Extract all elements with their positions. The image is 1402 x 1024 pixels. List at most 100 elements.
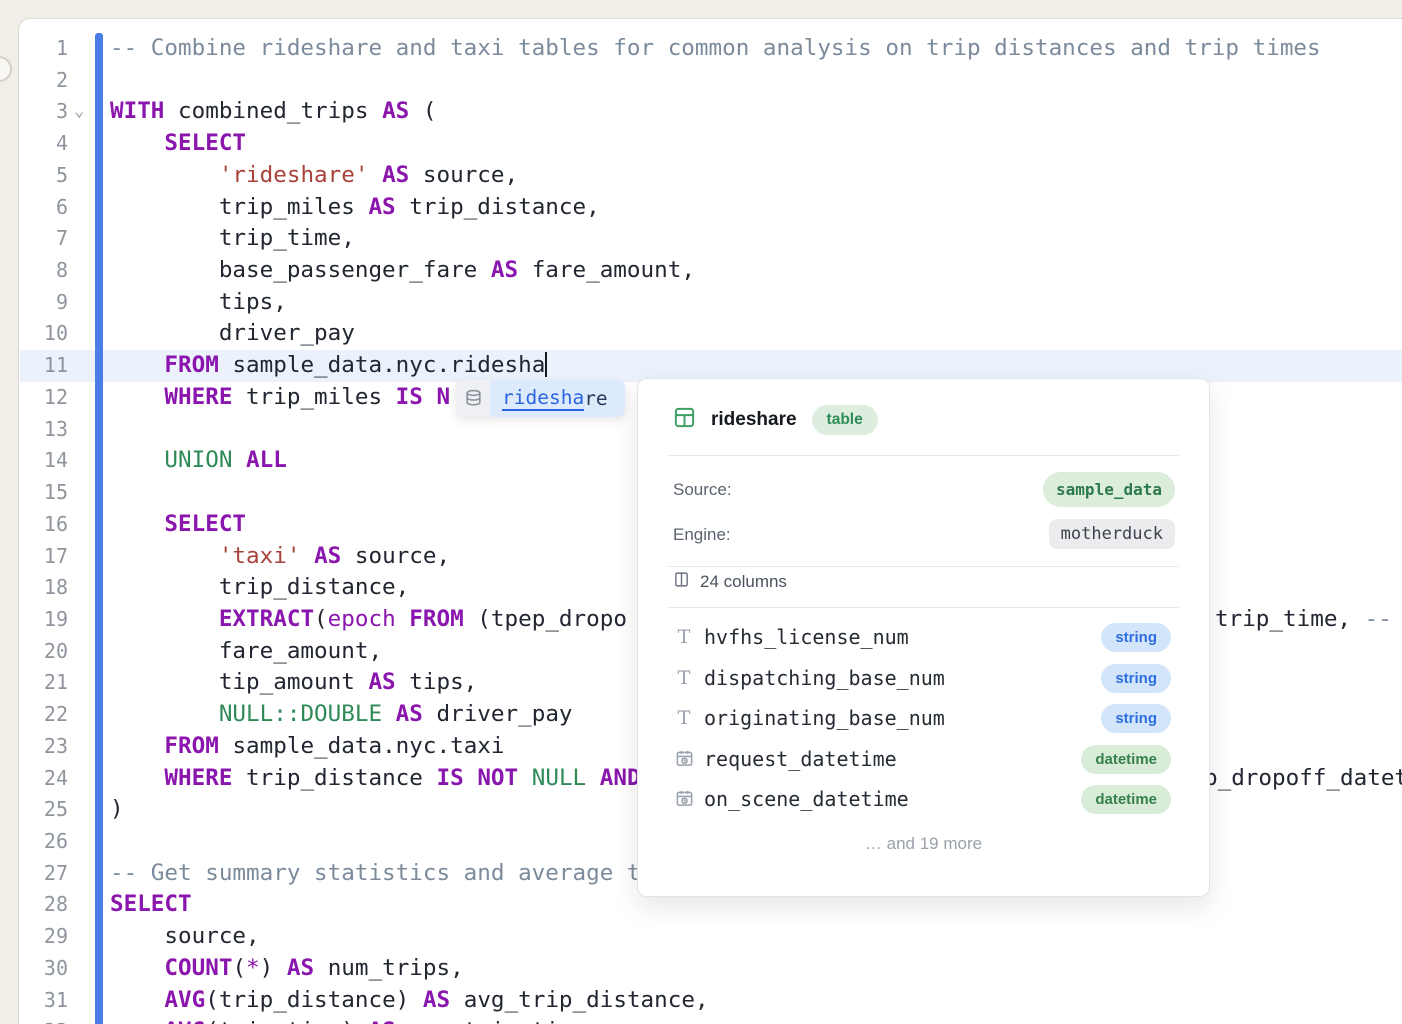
code-token: trip_distance, [110, 574, 409, 600]
code-token: (tpep_dropo [464, 606, 627, 632]
text-icon: T [674, 707, 694, 729]
line-number[interactable]: 16 [20, 509, 68, 541]
line-number[interactable]: 5 [20, 160, 68, 192]
line-number[interactable]: 32 [20, 1016, 68, 1024]
line-number[interactable]: 12 [20, 382, 68, 414]
line-number[interactable]: 8 [20, 255, 68, 287]
chevron-down-icon[interactable]: ⌄ [74, 96, 94, 128]
code-line-6[interactable]: 6 trip_miles AS trip_distance, [0, 192, 1402, 224]
app-window: 1-- Combine rideshare and taxi tables fo… [0, 0, 1402, 1024]
code-line-7[interactable]: 7 trip_time, [0, 223, 1402, 255]
code-token: AS [368, 669, 395, 695]
code-token: tips, [396, 669, 478, 695]
code-line-2[interactable]: 2 [0, 65, 1402, 97]
code-token: WHERE [164, 384, 232, 410]
code-line-31[interactable]: 31 AVG(trip_distance) AS avg_trip_distan… [0, 985, 1402, 1017]
line-number[interactable]: 29 [20, 921, 68, 953]
code-token [423, 384, 437, 410]
database-icon [456, 380, 490, 417]
code-token [464, 765, 478, 791]
code-line-8[interactable]: 8 base_passenger_fare AS fare_amount, [0, 255, 1402, 287]
code-fragment: trip_time, -- [1215, 604, 1392, 636]
line-number[interactable]: 24 [20, 763, 68, 795]
line-number[interactable]: 26 [20, 826, 68, 858]
code-token: source, [110, 923, 260, 949]
code-token: ( [314, 606, 328, 632]
line-number[interactable]: 25 [20, 794, 68, 826]
line-number[interactable]: 21 [20, 667, 68, 699]
column-row-originating_base_num: Toriginating_base_numstring [638, 699, 1209, 739]
code-token [518, 765, 532, 791]
line-number[interactable]: 2 [20, 65, 68, 97]
code-token: trip_distance, [396, 194, 600, 220]
code-token: driver_pay [423, 701, 573, 727]
code-line-1[interactable]: 1-- Combine rideshare and taxi tables fo… [0, 33, 1402, 65]
line-number[interactable]: 28 [20, 889, 68, 921]
line-number[interactable]: 30 [20, 953, 68, 985]
line-number[interactable]: 31 [20, 985, 68, 1017]
source-value-badge: sample_data [1043, 472, 1175, 507]
code-line-32[interactable]: 32 AVG(trip_time) AS avg_trip_time, [0, 1016, 1402, 1024]
code-token: SELECT [110, 891, 192, 917]
line-number[interactable]: 22 [20, 699, 68, 731]
autocomplete-rest-text: re [584, 387, 607, 410]
code-line-29[interactable]: 29 source, [0, 921, 1402, 953]
line-number[interactable]: 27 [20, 858, 68, 890]
line-number[interactable]: 14 [20, 445, 68, 477]
code-token: source, [409, 162, 518, 188]
code-token [300, 543, 314, 569]
line-number[interactable]: 23 [20, 731, 68, 763]
line-number[interactable]: 17 [20, 541, 68, 573]
code-token: p_dropoff_datet [1204, 765, 1402, 791]
code-token: avg_trip_time, [396, 1018, 600, 1024]
engine-value-badge: motherduck [1049, 519, 1175, 549]
table-icon [673, 406, 696, 434]
line-number[interactable]: 7 [20, 223, 68, 255]
line-number[interactable]: 10 [20, 318, 68, 350]
line-number[interactable]: 15 [20, 477, 68, 509]
line-number[interactable]: 20 [20, 636, 68, 668]
line-number[interactable]: 1 [20, 33, 68, 65]
code-token: -- [1365, 606, 1392, 632]
code-token: trip_distance [232, 765, 436, 791]
code-line-5[interactable]: 5 'rideshare' AS source, [0, 160, 1402, 192]
column-type-badge: datetime [1081, 785, 1171, 814]
line-number[interactable]: 3 [20, 96, 68, 128]
line-number[interactable]: 9 [20, 287, 68, 319]
columns-icon [673, 571, 690, 593]
code-token: trip_miles [232, 384, 395, 410]
column-type-badge: datetime [1081, 745, 1171, 774]
code-token: tip_amount [110, 669, 368, 695]
line-number[interactable]: 19 [20, 604, 68, 636]
code-token: tips, [110, 289, 287, 315]
code-token: -- Get summary statistics and average t [110, 860, 641, 886]
line-number[interactable]: 18 [20, 572, 68, 604]
code-token: AND [600, 765, 641, 791]
autocomplete-item-rideshare[interactable]: rideshare [456, 380, 625, 417]
line-number[interactable]: 13 [20, 414, 68, 446]
column-name: hvfhs_license_num [704, 625, 909, 649]
line-number[interactable]: 4 [20, 128, 68, 160]
code-line-9[interactable]: 9 tips, [0, 287, 1402, 319]
code-token: UNION [164, 447, 232, 473]
code-token: SELECT [164, 511, 246, 537]
code-token: epoch [328, 606, 396, 632]
code-token: combined_trips [164, 98, 382, 124]
line-number[interactable]: 6 [20, 192, 68, 224]
code-token: NULL [532, 765, 586, 791]
divider [668, 455, 1179, 456]
code-token: EXTRACT [219, 606, 314, 632]
code-token: NOT [477, 765, 518, 791]
column-name: dispatching_base_num [704, 666, 945, 690]
engine-label: Engine: [673, 525, 731, 545]
code-line-4[interactable]: 4 SELECT [0, 128, 1402, 160]
code-line-10[interactable]: 10 driver_pay [0, 318, 1402, 350]
calendar-clock-icon [674, 788, 694, 810]
code-token: (trip_distance) [205, 987, 423, 1013]
code-token: num_trips, [314, 955, 464, 981]
code-token: AS [368, 1018, 395, 1024]
code-line-30[interactable]: 30 COUNT(*) AS num_trips, [0, 953, 1402, 985]
code-line-3[interactable]: 3⌄WITH combined_trips AS ( [0, 96, 1402, 128]
code-token: AVG [164, 1018, 205, 1024]
line-number[interactable]: 11 [20, 350, 68, 382]
